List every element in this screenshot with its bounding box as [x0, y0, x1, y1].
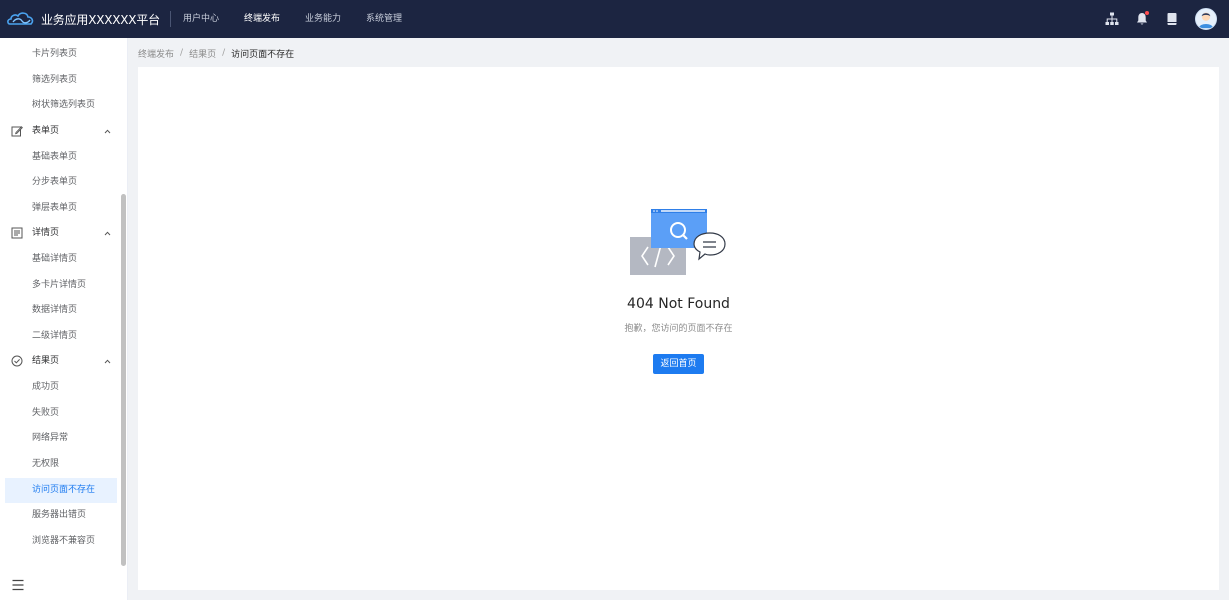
sitemap-button[interactable] — [1097, 0, 1127, 38]
result-title: 404 Not Found — [627, 296, 730, 312]
app-logo[interactable]: 业务应用XXXXXX平台 — [0, 0, 170, 38]
top-nav: 用户中心 终端发布 业务能力 系统管理 — [174, 0, 418, 38]
user-avatar[interactable] — [1195, 8, 1217, 30]
notification-button[interactable] — [1127, 0, 1157, 38]
header-actions — [1097, 0, 1229, 38]
chevron-up-icon — [104, 359, 111, 364]
sidebar-item-basic-form[interactable]: 基础表单页 — [5, 145, 117, 170]
chevron-up-icon — [104, 231, 111, 236]
sidebar-group-result[interactable]: 结果页 — [5, 349, 117, 374]
menu-collapse-icon[interactable] — [11, 578, 25, 592]
edit-icon — [11, 126, 23, 137]
breadcrumb-item-terminal-publish[interactable]: 终端发布 — [138, 47, 174, 60]
top-header: 业务应用XXXXXX平台 用户中心 终端发布 业务能力 系统管理 — [0, 0, 1229, 38]
sidebar-item-filter-list[interactable]: 筛选列表页 — [5, 68, 117, 93]
sidebar-item-no-permission[interactable]: 无权限 — [5, 452, 117, 477]
sidebar-item-not-found[interactable]: 访问页面不存在 — [5, 478, 117, 503]
chevron-up-icon — [104, 129, 111, 134]
sidebar-group-label: 结果页 — [32, 356, 60, 366]
check-circle-icon — [11, 355, 23, 367]
sidebar-item-basic-detail[interactable]: 基础详情页 — [5, 247, 117, 272]
sidebar-group-form[interactable]: 表单页 — [5, 119, 117, 144]
sidebar-group-label: 表单页 — [32, 126, 60, 136]
sitemap-icon — [1105, 12, 1119, 25]
user-avatar-icon — [1198, 12, 1214, 29]
sidebar-menu: 卡片列表页 筛选列表页 树状筛选列表页 表单页 基础表单页 分步表单页 弹层表单… — [0, 38, 120, 570]
breadcrumb: 终端发布 / 结果页 / 访问页面不存在 — [138, 46, 294, 60]
breadcrumb-current: 访问页面不存在 — [231, 49, 295, 60]
sidebar-item-tree-filter-list[interactable]: 树状筛选列表页 — [5, 93, 117, 118]
book-icon — [1167, 13, 1177, 25]
document-icon — [11, 227, 23, 239]
sidebar-group-detail[interactable]: 详情页 — [5, 221, 117, 246]
cloud-logo-icon — [7, 12, 34, 25]
breadcrumb-separator: / — [180, 48, 184, 58]
main-content: 404 Not Found 抱歉，您访问的页面不存在 返回首页 — [138, 67, 1219, 590]
sidebar-item-server-error[interactable]: 服务器出错页 — [5, 503, 117, 528]
sidebar-item-secondary-detail[interactable]: 二级详情页 — [5, 324, 117, 349]
sidebar: 卡片列表页 筛选列表页 树状筛选列表页 表单页 基础表单页 分步表单页 弹层表单… — [0, 38, 128, 600]
sidebar-item-network-error[interactable]: 网络异常 — [5, 426, 117, 451]
sidebar-item-card-list[interactable]: 卡片列表页 — [5, 42, 117, 67]
nav-system-management[interactable]: 系统管理 — [357, 0, 411, 38]
result-subtitle: 抱歉，您访问的页面不存在 — [624, 324, 733, 334]
sidebar-item-success[interactable]: 成功页 — [5, 375, 117, 400]
nav-user-center[interactable]: 用户中心 — [174, 0, 228, 38]
header-divider — [170, 11, 171, 27]
sidebar-item-step-form[interactable]: 分步表单页 — [5, 170, 117, 195]
nav-terminal-publish[interactable]: 终端发布 — [235, 0, 289, 38]
breadcrumb-separator: / — [222, 48, 226, 58]
sidebar-item-data-detail[interactable]: 数据详情页 — [5, 298, 117, 323]
docs-button[interactable] — [1157, 0, 1187, 38]
sidebar-item-multi-card-detail[interactable]: 多卡片详情页 — [5, 273, 117, 298]
breadcrumb-item-result[interactable]: 结果页 — [189, 47, 216, 60]
app-title: 业务应用XXXXXX平台 — [41, 12, 160, 27]
nav-business-capability[interactable]: 业务能力 — [296, 0, 350, 38]
sidebar-item-modal-form[interactable]: 弹层表单页 — [5, 196, 117, 221]
sidebar-item-browser-incompatible[interactable]: 浏览器不兼容页 — [5, 529, 117, 554]
sidebar-item-fail[interactable]: 失败页 — [5, 401, 117, 426]
back-home-button[interactable]: 返回首页 — [653, 354, 704, 374]
sidebar-group-label: 详情页 — [32, 228, 60, 238]
notification-dot — [1145, 11, 1149, 15]
not-found-illustration-icon — [630, 209, 726, 275]
sidebar-scrollbar[interactable] — [121, 194, 126, 566]
